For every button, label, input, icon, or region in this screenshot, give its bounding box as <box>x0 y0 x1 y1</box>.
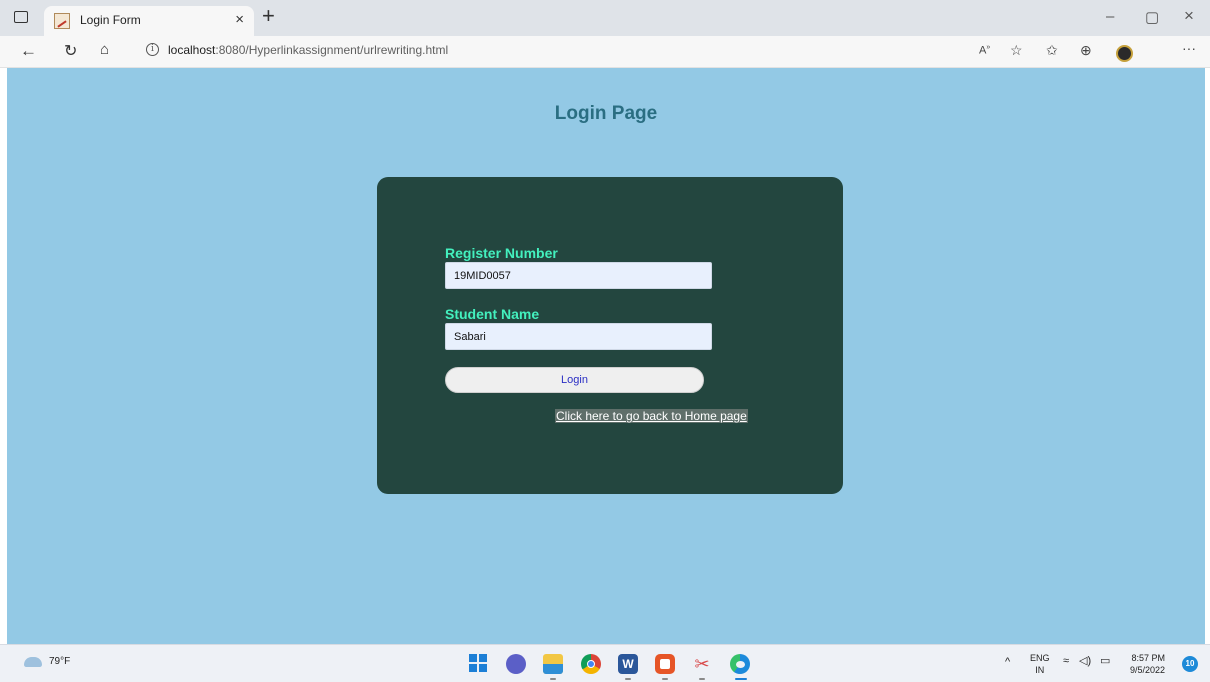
login-form-card: Register Number Student Name Login Click… <box>377 177 843 494</box>
browser-title-bar: Login Form × + – ▢ × <box>0 0 1210 36</box>
edge-icon[interactable] <box>730 654 750 674</box>
read-aloud-icon[interactable]: A» <box>979 44 990 57</box>
info-icon[interactable]: i <box>146 43 159 56</box>
url-text[interactable]: localhost:8080/Hyperlinkassignment/urlre… <box>168 43 448 57</box>
register-number-label: Register Number <box>445 245 558 261</box>
word-indicator <box>625 678 631 680</box>
chrome-icon[interactable] <box>581 654 601 674</box>
taskbar: 79°F W ✂ ^ ENG IN ≈ ◁) ▭ 8:57 PM 9/5/202… <box>0 644 1210 682</box>
office-icon[interactable] <box>655 654 675 674</box>
add-favorite-icon[interactable]: ☆ <box>1010 42 1023 59</box>
office-indicator <box>662 678 668 680</box>
student-name-input[interactable] <box>445 323 712 350</box>
minimize-button[interactable]: – <box>1106 8 1114 25</box>
language-top: ENG <box>1030 653 1050 663</box>
language-bottom: IN <box>1035 665 1045 675</box>
battery-icon[interactable]: ▭ <box>1100 654 1110 667</box>
register-number-input[interactable] <box>445 262 712 289</box>
url-path: :8080/Hyperlinkassignment/urlrewriting.h… <box>215 43 449 57</box>
weather-temperature[interactable]: 79°F <box>49 656 70 667</box>
clock[interactable]: 8:57 PM 9/5/2022 <box>1130 652 1165 676</box>
page-content: Login Page Register Number Student Name … <box>7 68 1205 644</box>
chevron-up-icon[interactable]: ^ <box>1005 656 1010 668</box>
home-icon[interactable]: ⌂ <box>100 41 109 58</box>
tab-close-icon[interactable]: × <box>235 11 244 28</box>
browser-toolbar: ← ↻ ⌂ i localhost:8080/Hyperlinkassignme… <box>0 36 1210 68</box>
close-window-button[interactable]: × <box>1184 6 1194 26</box>
browser-tab[interactable]: Login Form × <box>44 6 254 36</box>
more-icon[interactable]: ··· <box>1182 40 1196 56</box>
new-tab-button[interactable]: + <box>262 3 275 29</box>
student-name-label: Student Name <box>445 306 540 322</box>
weather-icon[interactable] <box>24 657 42 667</box>
snipping-tool-indicator <box>699 678 705 680</box>
volume-icon[interactable]: ◁) <box>1079 654 1091 667</box>
login-button[interactable]: Login <box>445 367 704 393</box>
collections-icon[interactable]: ⊕ <box>1080 42 1092 59</box>
url-host: localhost <box>168 43 216 57</box>
home-page-link[interactable]: Click here to go back to Home page <box>555 409 748 423</box>
refresh-icon[interactable]: ↻ <box>64 41 77 61</box>
edge-active-indicator <box>735 678 747 680</box>
tab-actions-icon[interactable] <box>14 11 28 23</box>
chat-icon[interactable] <box>506 654 526 674</box>
tab-title: Login Form <box>80 13 141 27</box>
tab-favicon-icon <box>54 13 70 29</box>
clock-date: 9/5/2022 <box>1130 665 1166 675</box>
snipping-tool-icon[interactable]: ✂ <box>692 654 712 674</box>
back-arrow-icon[interactable]: ← <box>20 41 37 61</box>
profile-icon[interactable] <box>1116 45 1133 62</box>
word-icon[interactable]: W <box>618 654 638 674</box>
start-icon[interactable] <box>469 654 487 672</box>
clock-time: 8:57 PM <box>1131 653 1166 663</box>
wifi-icon[interactable]: ≈ <box>1063 655 1069 667</box>
address-bar[interactable]: i localhost:8080/Hyperlinkassignment/url… <box>146 42 956 63</box>
page-title: Login Page <box>554 103 658 124</box>
favorites-icon[interactable]: ✩ <box>1046 42 1058 59</box>
language-indicator[interactable]: ENG IN <box>1030 652 1050 676</box>
file-explorer-icon[interactable] <box>543 654 563 674</box>
notification-badge[interactable]: 10 <box>1182 656 1198 672</box>
maximize-button[interactable]: ▢ <box>1145 8 1159 26</box>
file-explorer-indicator <box>550 678 556 680</box>
